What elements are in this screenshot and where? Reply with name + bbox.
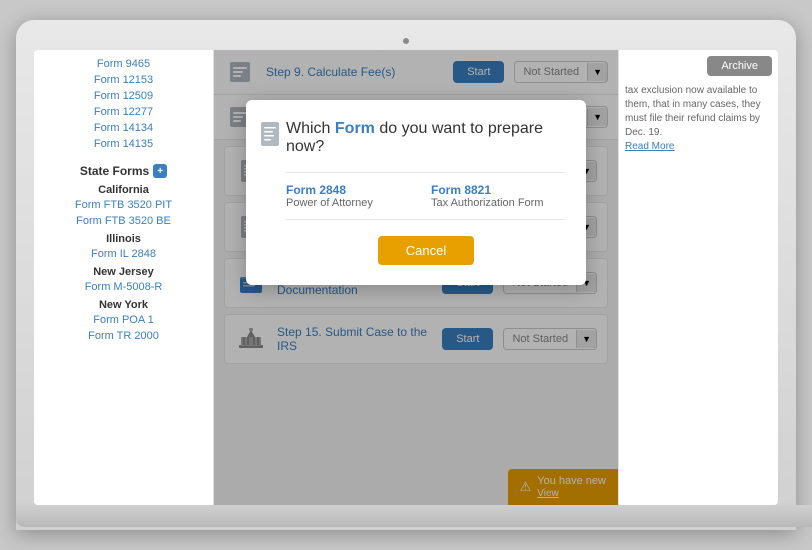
laptop-outer: Form 9465 Form 12153 Form 12509 Form 122… — [16, 20, 796, 530]
sidebar-link-14134[interactable]: Form 14134 — [34, 120, 213, 136]
laptop-base — [16, 505, 812, 527]
form-2848-desc: Power of Attorney — [286, 197, 421, 209]
main-content: Step 9. Calculate Fee(s) Start Not Start… — [214, 50, 618, 505]
sidebar-link-ftb3520pit[interactable]: Form FTB 3520 PIT — [34, 197, 213, 213]
laptop-screen: Form 9465 Form 12153 Form 12509 Form 122… — [34, 50, 778, 505]
modal-document-icon — [258, 120, 286, 148]
sidebar-link-poa1[interactable]: Form POA 1 — [34, 312, 213, 328]
sidebar-link-m5008r[interactable]: Form M-5008-R — [34, 279, 213, 295]
modal-form-2848[interactable]: Form 2848 Power of Attorney — [286, 183, 421, 209]
read-more-link[interactable]: Read More — [625, 141, 674, 152]
form-8821-desc: Tax Authorization Form — [431, 197, 566, 209]
modal-footer: Cancel — [286, 236, 566, 265]
state-new-york: New York — [34, 295, 213, 312]
modal-overlay: Which Form do you want to prepare now? F… — [214, 50, 618, 505]
modal-title-bold: Form — [335, 120, 375, 137]
sidebar-link-12153[interactable]: Form 12153 — [34, 72, 213, 88]
state-california: California — [34, 180, 213, 197]
sidebar-link-ftb3520be[interactable]: Form FTB 3520 BE — [34, 213, 213, 229]
modal-cancel-button[interactable]: Cancel — [378, 236, 474, 265]
modal-form-8821[interactable]: Form 8821 Tax Authorization Form — [431, 183, 566, 209]
modal-forms-grid: Form 2848 Power of Attorney Form 8821 Ta… — [286, 172, 566, 220]
state-forms-title: State Forms + — [34, 158, 213, 180]
right-panel: Archive tax exclusion now available to t… — [618, 50, 778, 505]
sidebar: Form 9465 Form 12153 Form 12509 Form 122… — [34, 50, 214, 505]
sidebar-link-12509[interactable]: Form 12509 — [34, 88, 213, 104]
laptop-camera — [403, 38, 409, 44]
modal-box: Which Form do you want to prepare now? F… — [246, 100, 586, 285]
sidebar-link-14135[interactable]: Form 14135 — [34, 136, 213, 152]
sidebar-link-il2848[interactable]: Form IL 2848 — [34, 246, 213, 262]
form-2848-name: Form 2848 — [286, 183, 421, 197]
modal-title: Which Form do you want to prepare now? — [286, 120, 566, 156]
archive-button[interactable]: Archive — [707, 56, 772, 76]
sidebar-link-tr2000[interactable]: Form TR 2000 — [34, 328, 213, 344]
state-illinois: Illinois — [34, 229, 213, 246]
right-panel-text: tax exclusion now available to them, tha… — [625, 84, 772, 140]
sidebar-link-9465[interactable]: Form 9465 — [34, 56, 213, 72]
add-state-forms-icon[interactable]: + — [153, 164, 167, 178]
app-container: Form 9465 Form 12153 Form 12509 Form 122… — [34, 50, 778, 505]
form-8821-name: Form 8821 — [431, 183, 566, 197]
sidebar-link-12277[interactable]: Form 12277 — [34, 104, 213, 120]
state-new-jersey: New Jersey — [34, 262, 213, 279]
federal-links: Form 9465 Form 12153 Form 12509 Form 122… — [34, 50, 213, 158]
